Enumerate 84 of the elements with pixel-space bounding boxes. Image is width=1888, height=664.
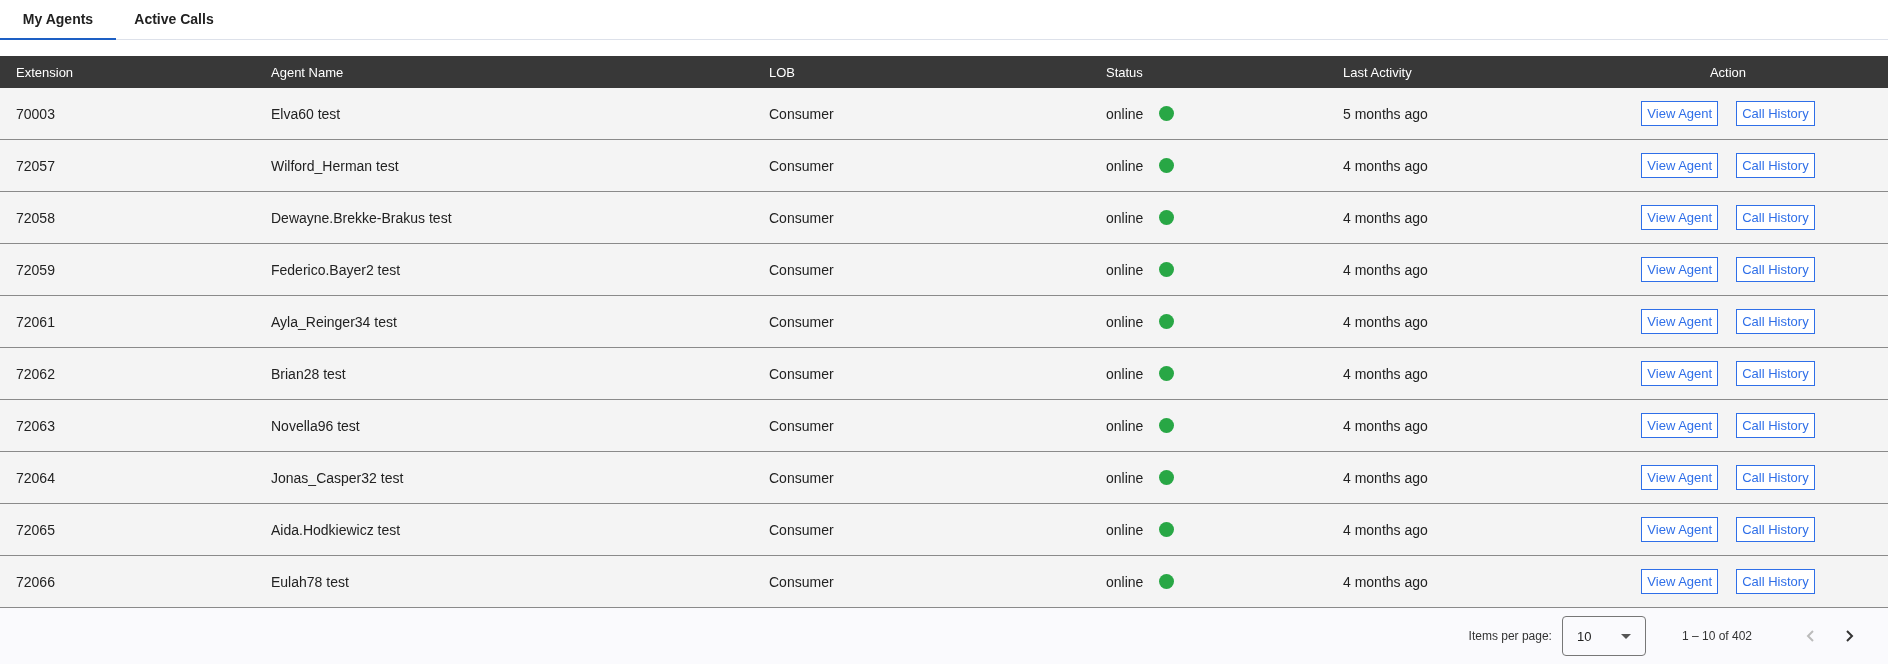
table-cell-text: Aida.Hodkiewicz test (271, 521, 402, 538)
table-cell-text: 4 months ago (1343, 209, 1429, 226)
action-button[interactable]: View Agent (1641, 309, 1719, 334)
table-cell-text: 72062 (16, 365, 56, 382)
table-cell-text: Consumer (769, 573, 835, 590)
action-button[interactable]: View Agent (1641, 465, 1719, 490)
table-cell-text: Consumer (769, 313, 835, 330)
chevron-left-icon (1806, 630, 1814, 642)
table-cell-text: 72066 (16, 573, 56, 590)
action-button[interactable]: View Agent (1641, 101, 1719, 126)
action-button[interactable]: View Agent (1641, 413, 1719, 438)
table-cell-text: 4 months ago (1343, 469, 1429, 486)
table-cell-text: Consumer (769, 261, 835, 278)
table-cell-text: Novella96 test (271, 417, 361, 434)
table-cell-text: 4 months ago (1343, 313, 1429, 330)
column-header: Action (1708, 64, 1748, 80)
page-range: 1 – 10 of 402 (1681, 629, 1752, 643)
tab[interactable]: Active Calls (116, 0, 232, 40)
table-cell-text: 72063 (16, 417, 56, 434)
action-button[interactable]: View Agent (1641, 361, 1719, 386)
page-size-select[interactable]: 10 (1561, 616, 1646, 656)
table-cell-text: Elva60 test (271, 105, 342, 122)
caret-icon (1620, 633, 1631, 639)
status-text: online (1106, 209, 1144, 226)
action-button[interactable]: Call History (1736, 257, 1815, 282)
action-button[interactable]: Call History (1736, 101, 1815, 126)
table-cell-text: Consumer (769, 521, 835, 538)
table-cell-text: 72057 (16, 157, 56, 174)
action-button[interactable]: View Agent (1641, 569, 1719, 594)
table-cell-text: Consumer (769, 209, 835, 226)
status-text: online (1106, 365, 1144, 382)
table-cell-text: 4 months ago (1343, 365, 1429, 382)
table-cell-text: 4 months ago (1343, 417, 1429, 434)
column-header: Last Activity (1343, 64, 1413, 80)
table-cell-text: Eulah78 test (271, 573, 350, 590)
table-cell-text: Consumer (769, 469, 835, 486)
table-cell-text: 72064 (16, 469, 56, 486)
table-cell-text: Consumer (769, 417, 835, 434)
table-cell-text: Consumer (769, 105, 835, 122)
status-text: online (1106, 573, 1144, 590)
status-text: online (1106, 105, 1144, 122)
chevron-right-icon (1846, 630, 1854, 642)
action-button[interactable]: Call History (1736, 517, 1815, 542)
table-cell-text: Consumer (769, 365, 835, 382)
table-cell-text: Dewayne.Brekke-Brakus test (271, 209, 453, 226)
status-text: online (1106, 261, 1144, 278)
action-button[interactable]: Call History (1736, 205, 1815, 230)
table-cell-text: Ayla_Reinger34 test (271, 313, 398, 330)
table-cell-text: 72058 (16, 209, 56, 226)
action-button[interactable]: Call History (1736, 361, 1815, 386)
action-button[interactable]: Call History (1736, 569, 1815, 594)
column-header: Agent Name (271, 64, 345, 80)
table-cell-text: 72061 (16, 313, 56, 330)
status-text: online (1106, 521, 1144, 538)
table-cell-text: 72065 (16, 521, 56, 538)
tab[interactable]: My Agents (0, 0, 116, 40)
table-cell-text: Consumer (769, 157, 835, 174)
table-cell-text: 72059 (16, 261, 56, 278)
items-per-page-label: Items per page: (1468, 629, 1552, 643)
action-button[interactable]: Call History (1736, 413, 1815, 438)
column-header: LOB (769, 64, 796, 80)
table-cell-text: 5 months ago (1343, 105, 1429, 122)
status-text: online (1106, 313, 1144, 330)
action-button[interactable]: View Agent (1641, 257, 1719, 282)
table-cell-text: 70003 (16, 105, 56, 122)
column-header: Extension (16, 64, 75, 80)
column-header: Status (1106, 64, 1144, 80)
action-button[interactable]: View Agent (1641, 517, 1719, 542)
table-cell-text: 4 months ago (1343, 157, 1429, 174)
table-cell-text: 4 months ago (1343, 521, 1429, 538)
status-text: online (1106, 157, 1144, 174)
table-cell-text: Federico.Bayer2 test (271, 261, 402, 278)
table-cell-text: 4 months ago (1343, 261, 1429, 278)
status-text: online (1106, 417, 1144, 434)
table-cell-text: Wilford_Herman test (271, 157, 400, 174)
table-cell-text: 4 months ago (1343, 573, 1429, 590)
action-button[interactable]: View Agent (1641, 205, 1719, 230)
action-button[interactable]: Call History (1736, 309, 1815, 334)
table-cell-text: Brian28 test (271, 365, 347, 382)
action-button[interactable]: Call History (1736, 465, 1815, 490)
status-text: online (1106, 469, 1144, 486)
action-button[interactable]: View Agent (1641, 153, 1719, 178)
table-cell-text: Jonas_Casper32 test (271, 469, 405, 486)
action-button[interactable]: Call History (1736, 153, 1815, 178)
